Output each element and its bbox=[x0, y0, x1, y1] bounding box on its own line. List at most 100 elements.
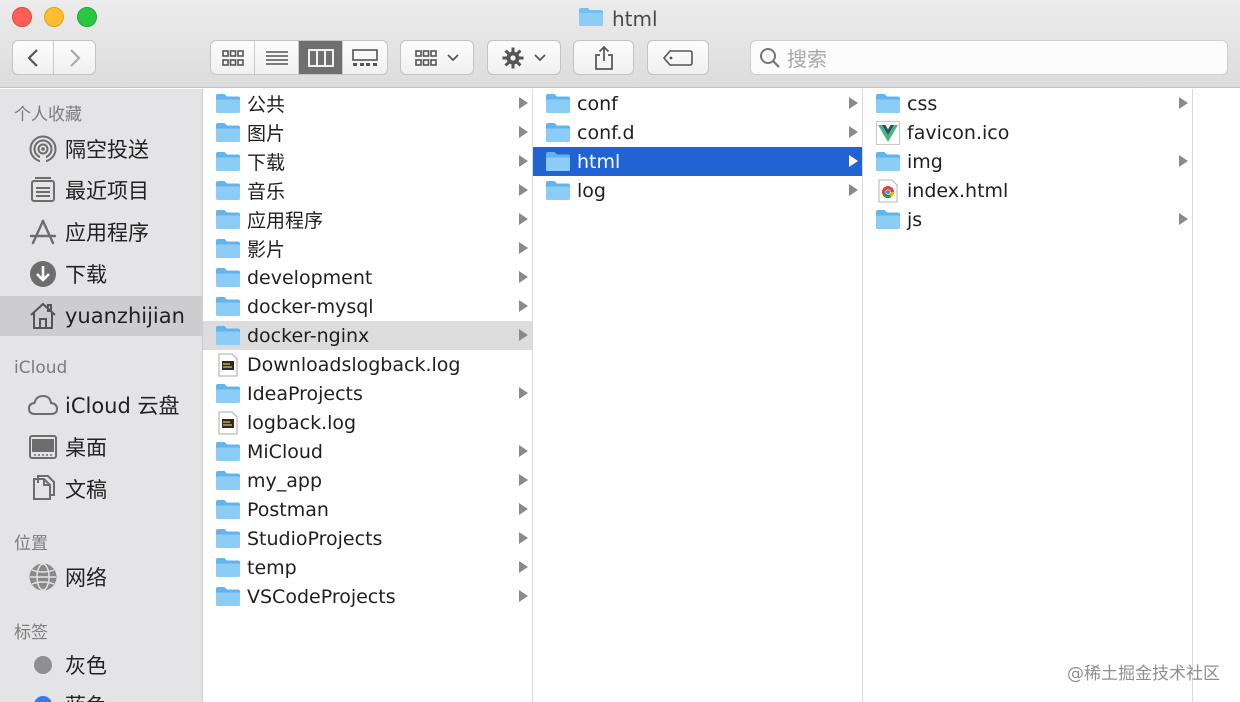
sidebar-item-tag-blue[interactable]: 蓝色 bbox=[0, 685, 202, 702]
folder-row[interactable]: IdeaProjects bbox=[203, 379, 532, 408]
folder-row[interactable]: docker-mysql bbox=[203, 292, 532, 321]
back-button[interactable] bbox=[13, 41, 54, 74]
applications-icon bbox=[28, 217, 58, 247]
sidebar-item-label: 隔空投送 bbox=[65, 138, 149, 162]
folder-row[interactable]: 音乐 bbox=[203, 176, 532, 205]
item-name: index.html bbox=[907, 179, 1009, 202]
gallery-view-icon bbox=[352, 48, 378, 66]
list-view-button[interactable] bbox=[255, 41, 299, 74]
close-window-button[interactable] bbox=[12, 7, 32, 27]
sidebar-item-downloads[interactable]: 下载 bbox=[0, 254, 202, 294]
sidebar-item-airdrop[interactable]: 隔空投送 bbox=[0, 129, 202, 169]
item-name: 影片 bbox=[247, 239, 286, 261]
minimize-window-button[interactable] bbox=[44, 7, 64, 27]
folder-icon bbox=[215, 586, 241, 608]
folder-row[interactable]: Postman bbox=[203, 495, 532, 524]
sidebar-item-label: 灰色 bbox=[65, 654, 107, 678]
sidebar-item-home[interactable]: yuanzhijian bbox=[0, 296, 202, 336]
sidebar-item-tag-gray[interactable]: 灰色 bbox=[0, 645, 202, 685]
file-row[interactable]: index.html bbox=[863, 176, 1192, 205]
file-row[interactable]: logback.log bbox=[203, 408, 532, 437]
sidebar-item-icloud-drive[interactable]: iCloud 云盘 bbox=[0, 385, 202, 425]
tag-button[interactable] bbox=[647, 40, 709, 75]
folder-row[interactable]: js bbox=[863, 205, 1192, 234]
item-name: 图片 bbox=[247, 123, 286, 145]
disclosure-arrow-icon bbox=[519, 590, 528, 602]
sidebar-item-label: 蓝色 bbox=[65, 690, 107, 702]
vue-file-icon bbox=[875, 120, 901, 145]
desktop-icon bbox=[28, 432, 58, 462]
sidebar-item-recents[interactable]: 最近项目 bbox=[0, 170, 202, 210]
folder-row[interactable]: img bbox=[863, 147, 1192, 176]
zoom-window-button[interactable] bbox=[77, 7, 97, 27]
item-name: conf bbox=[577, 92, 618, 115]
folder-icon bbox=[215, 528, 241, 550]
icon-view-button[interactable] bbox=[211, 41, 255, 74]
folder-icon bbox=[215, 499, 241, 521]
recents-icon bbox=[28, 175, 58, 205]
folder-icon bbox=[215, 441, 241, 463]
sidebar-section-icloud: iCloud bbox=[14, 358, 68, 378]
folder-icon bbox=[215, 383, 241, 405]
item-name: StudioProjects bbox=[247, 527, 383, 550]
folder-icon bbox=[545, 180, 571, 202]
disclosure-arrow-icon bbox=[519, 155, 528, 167]
disclosure-arrow-icon bbox=[849, 184, 858, 196]
gray-dot-icon bbox=[34, 656, 52, 674]
folder-row[interactable]: 影片 bbox=[203, 234, 532, 263]
folder-row[interactable]: MiCloud bbox=[203, 437, 532, 466]
item-name: js bbox=[907, 208, 923, 231]
item-name: 下载 bbox=[247, 152, 286, 174]
folder-icon bbox=[215, 151, 241, 173]
folder-row[interactable]: temp bbox=[203, 553, 532, 582]
folder-row[interactable]: html bbox=[533, 147, 862, 176]
list-view-icon bbox=[265, 50, 288, 65]
file-row[interactable]: favicon.ico bbox=[863, 118, 1192, 147]
share-button[interactable] bbox=[573, 40, 634, 75]
view-mode-selector bbox=[210, 40, 388, 75]
log-file-icon bbox=[215, 353, 241, 376]
airdrop-icon bbox=[28, 134, 58, 164]
action-menu-button[interactable] bbox=[487, 40, 561, 75]
gear-icon bbox=[502, 47, 524, 68]
grid-icon bbox=[415, 49, 437, 66]
sidebar-item-network[interactable]: 网络 bbox=[0, 557, 202, 597]
item-name: conf.d bbox=[577, 121, 635, 144]
folder-row[interactable]: conf.d bbox=[533, 118, 862, 147]
column-view-button[interactable] bbox=[299, 41, 343, 74]
item-name: css bbox=[907, 92, 938, 115]
folder-row[interactable]: log bbox=[533, 176, 862, 205]
folder-row[interactable]: my_app bbox=[203, 466, 532, 495]
disclosure-arrow-icon bbox=[519, 387, 528, 399]
folder-row[interactable]: docker-nginx bbox=[203, 321, 532, 350]
folder-icon bbox=[215, 470, 241, 492]
group-by-button[interactable] bbox=[400, 40, 474, 75]
disclosure-arrow-icon bbox=[519, 97, 528, 109]
sidebar-item-documents[interactable]: 文稿 bbox=[0, 469, 202, 509]
file-row[interactable]: Downloadslogback.log bbox=[203, 350, 532, 379]
folder-icon bbox=[215, 209, 241, 231]
gallery-view-button[interactable] bbox=[343, 41, 387, 74]
folder-row[interactable]: StudioProjects bbox=[203, 524, 532, 553]
folder-row[interactable]: 图片 bbox=[203, 118, 532, 147]
disclosure-arrow-icon bbox=[1179, 155, 1188, 167]
disclosure-arrow-icon bbox=[519, 445, 528, 457]
sidebar-item-applications[interactable]: 应用程序 bbox=[0, 212, 202, 252]
folder-row[interactable]: 公共 bbox=[203, 89, 532, 118]
forward-button[interactable] bbox=[54, 41, 95, 74]
folder-row[interactable]: css bbox=[863, 89, 1192, 118]
folder-row[interactable]: 下载 bbox=[203, 147, 532, 176]
search-field[interactable]: 搜索 bbox=[750, 40, 1228, 75]
disclosure-arrow-icon bbox=[1179, 213, 1188, 225]
sidebar-item-label: 最近项目 bbox=[65, 179, 149, 203]
folder-row[interactable]: development bbox=[203, 263, 532, 292]
folder-row[interactable]: 应用程序 bbox=[203, 205, 532, 234]
disclosure-arrow-icon bbox=[519, 300, 528, 312]
sidebar-item-label: iCloud 云盘 bbox=[65, 394, 180, 418]
sidebar-item-desktop[interactable]: 桌面 bbox=[0, 427, 202, 467]
chevron-left-icon bbox=[27, 48, 38, 67]
disclosure-arrow-icon bbox=[519, 126, 528, 138]
folder-row[interactable]: conf bbox=[533, 89, 862, 118]
search-icon bbox=[760, 47, 780, 68]
folder-row[interactable]: VSCodeProjects bbox=[203, 582, 532, 611]
